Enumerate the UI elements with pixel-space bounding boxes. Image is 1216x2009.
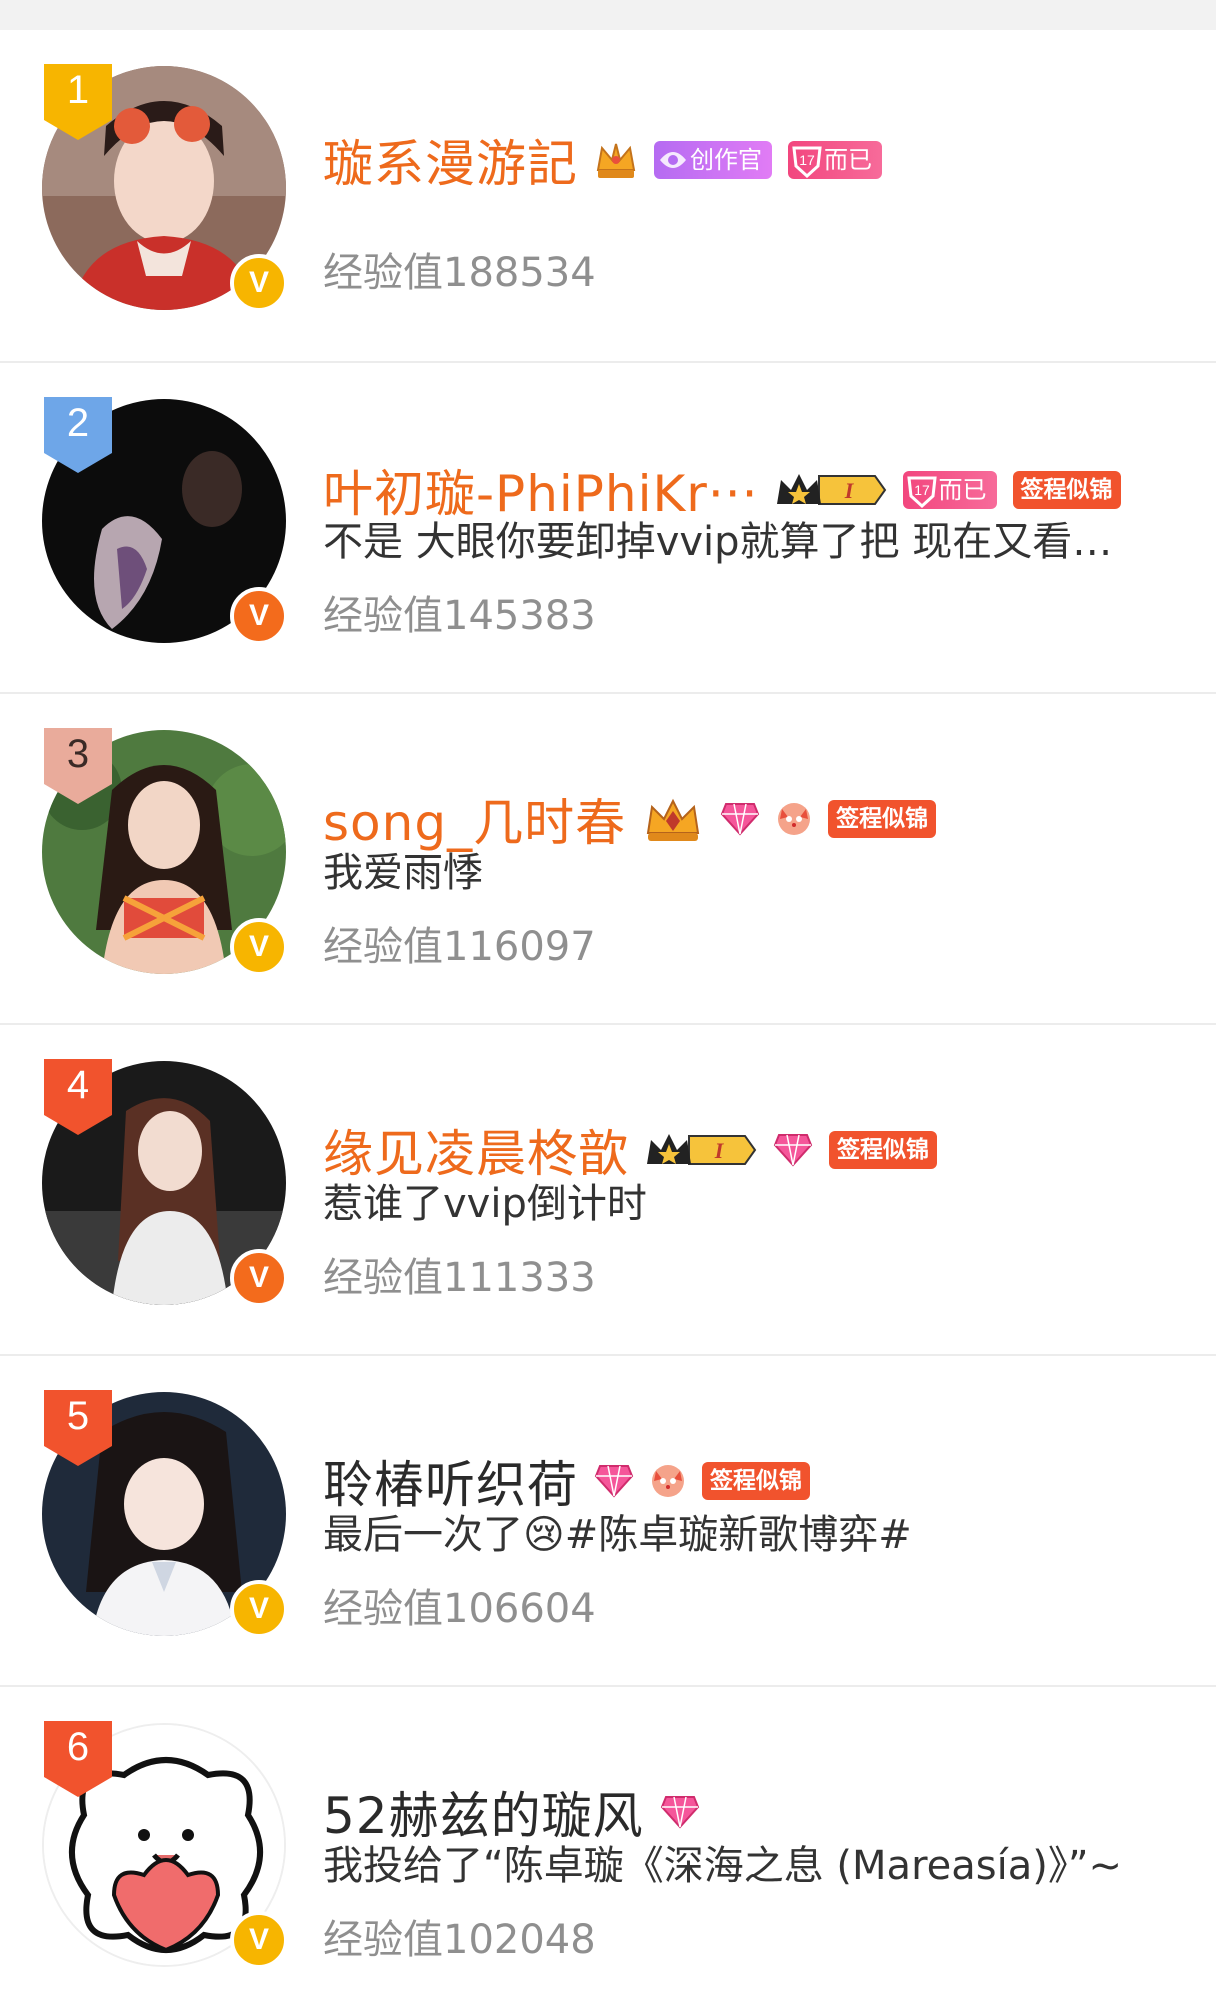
verified-v-icon: V <box>230 1249 288 1307</box>
list-item[interactable]: 5 V 聆椿听织荷 签程似锦 最后一次了😢#陈卓璇新歌博弈# 经验值106604 <box>0 1354 1216 1685</box>
experience-value: 经验值188534 <box>323 250 596 296</box>
top-bar <box>0 0 1216 30</box>
experience-value: 经验值106604 <box>323 1586 596 1632</box>
crown-badge-icon[interactable] <box>594 140 638 180</box>
rank-badge <box>44 64 112 140</box>
rank-badge <box>44 1059 112 1135</box>
diamond-icon[interactable] <box>773 1131 813 1169</box>
sign-tag[interactable]: 签程似锦 <box>828 800 937 838</box>
sign-tag[interactable]: 签程似锦 <box>829 1131 937 1169</box>
level-badge-number: 17 <box>914 482 930 498</box>
fox-icon[interactable] <box>776 801 812 837</box>
avatar-wrap: 3 V <box>40 728 288 976</box>
experience-value: 经验值116097 <box>323 924 596 970</box>
user-bio: 我投给了“陈卓璇《深海之息 (Mareasía)》”~ <box>323 1843 1123 1889</box>
list-item[interactable]: 1 V 璇系漫游記 创作官 17 而已 经验值188534 <box>0 30 1216 361</box>
list-item[interactable]: 3 V song_几时春 签程似锦 我爱雨悸 经验值116097 <box>0 692 1216 1023</box>
fan-ranking-list: 1 V 璇系漫游記 创作官 17 而已 经验值188534 2 V 叶初璇-Ph… <box>0 30 1216 2009</box>
diamond-icon[interactable] <box>660 1793 700 1831</box>
verified-v-icon: V <box>230 587 288 645</box>
list-item[interactable]: 4 V 缘见凌晨柊歆 I 签程似锦 惹谁了vvip倒计时 经验值111333 <box>0 1023 1216 1354</box>
avatar-wrap: 4 V <box>40 1059 288 1307</box>
rank-badge <box>44 728 112 804</box>
creator-badge[interactable]: 创作官 <box>654 141 772 179</box>
list-item[interactable]: 6 V 52赫兹的璇风 我投给了“陈卓璇《深海之息 (Mareasía)》”~ … <box>0 1685 1216 2009</box>
crown-badge-icon[interactable] <box>642 795 704 843</box>
verified-v-icon: V <box>230 1911 288 1969</box>
avatar-wrap: 1 V <box>40 64 288 312</box>
vip-crown-badge-icon[interactable]: I <box>645 1130 757 1170</box>
diamond-icon[interactable] <box>720 800 760 838</box>
list-item[interactable]: 2 V 叶初璇-PhiPhiKr··· I 17 而已 签程似锦 不是 大眼你要… <box>0 361 1216 692</box>
rank-badge <box>44 1390 112 1466</box>
user-name[interactable]: 璇系漫游記 <box>323 124 578 196</box>
sign-tag[interactable]: 签程似锦 <box>1012 471 1121 509</box>
vip-crown-badge-icon[interactable]: I <box>775 470 887 510</box>
fox-icon[interactable] <box>650 1463 686 1499</box>
rank-badge <box>44 1721 112 1797</box>
user-bio: 最后一次了😢#陈卓璇新歌博弈# <box>323 1512 912 1558</box>
avatar-wrap: 2 V <box>40 397 288 645</box>
name-line: 璇系漫游記 创作官 17 而已 <box>323 125 882 195</box>
user-bio: 惹谁了vvip倒计时 <box>323 1181 647 1227</box>
verified-v-icon: V <box>230 254 288 312</box>
diamond-icon[interactable] <box>594 1462 634 1500</box>
avatar-wrap: 6 V <box>40 1721 288 1969</box>
user-bio: 不是 大眼你要卸掉vvip就算了把 现在又看… <box>323 519 1113 565</box>
level-badge[interactable]: 17 而已 <box>788 141 882 179</box>
verified-v-icon: V <box>230 918 288 976</box>
avatar-wrap: 5 V <box>40 1390 288 1638</box>
user-bio: 我爱雨悸 <box>323 850 483 896</box>
level-badge[interactable]: 17 而已 <box>902 471 997 509</box>
vip-level-number: I <box>843 478 854 503</box>
creator-badge-label: 创作官 <box>690 146 762 174</box>
level-badge-number: 17 <box>799 152 815 168</box>
level-badge-label: 而已 <box>824 146 872 174</box>
experience-value: 经验值111333 <box>323 1255 596 1301</box>
experience-value: 经验值145383 <box>323 593 596 639</box>
vip-level-number: I <box>714 1138 725 1163</box>
experience-value: 经验值102048 <box>323 1917 596 1963</box>
sign-tag[interactable]: 签程似锦 <box>702 1462 810 1500</box>
level-badge-label: 而已 <box>938 476 987 504</box>
rank-badge <box>44 397 112 473</box>
verified-v-icon: V <box>230 1580 288 1638</box>
